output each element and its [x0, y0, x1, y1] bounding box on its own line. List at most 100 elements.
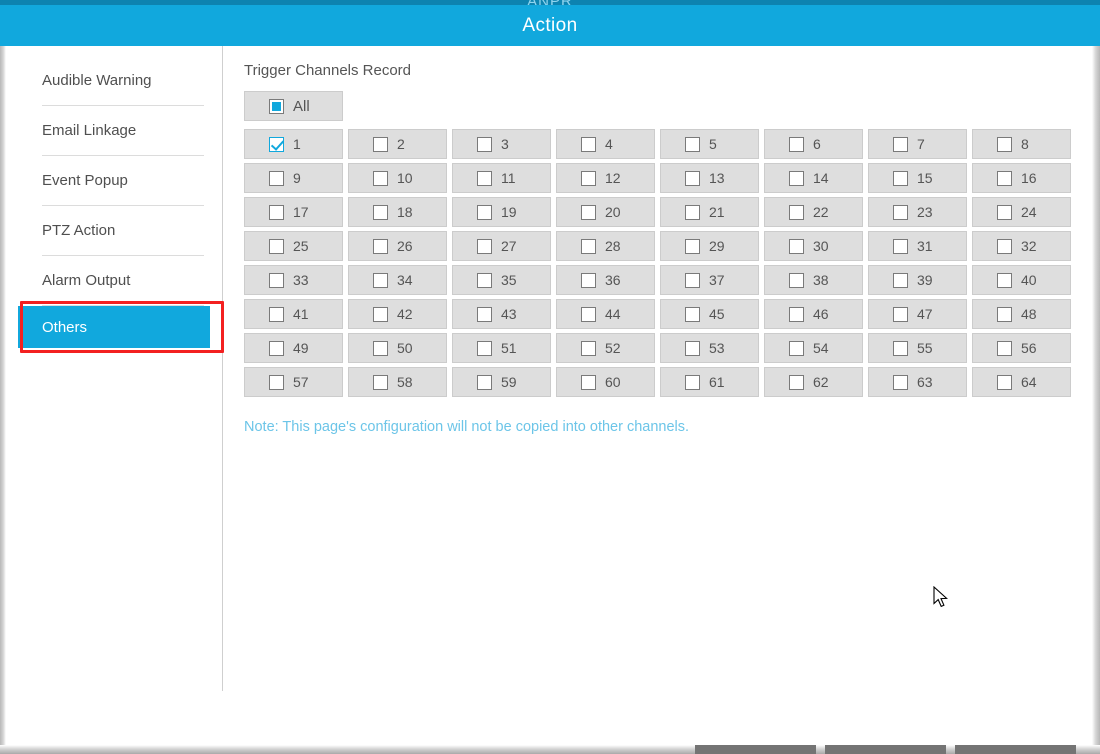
- channel-checkbox-cell[interactable]: 38: [764, 265, 863, 295]
- channel-checkbox-cell[interactable]: 51: [452, 333, 551, 363]
- channel-checkbox-cell[interactable]: 31: [868, 231, 967, 261]
- channel-label: 61: [709, 375, 725, 389]
- channel-checkbox-cell[interactable]: 9: [244, 163, 343, 193]
- channel-checkbox-cell[interactable]: 8: [972, 129, 1071, 159]
- checkbox-unchecked-icon: [997, 239, 1012, 254]
- channel-label: 33: [293, 273, 309, 287]
- channel-label: 39: [917, 273, 933, 287]
- channel-label: 7: [917, 137, 925, 151]
- cancel-button[interactable]: Cancel: [825, 745, 946, 754]
- channel-checkbox-cell[interactable]: 57: [244, 367, 343, 397]
- channel-label: 22: [813, 205, 829, 219]
- channel-checkbox-cell[interactable]: 21: [660, 197, 759, 227]
- checkbox-unchecked-icon: [581, 171, 596, 186]
- channel-checkbox-cell[interactable]: 24: [972, 197, 1071, 227]
- select-all-channels-checkbox[interactable]: All: [244, 91, 343, 121]
- channel-checkbox-cell[interactable]: 30: [764, 231, 863, 261]
- channel-label: 25: [293, 239, 309, 253]
- channel-checkbox-cell[interactable]: 45: [660, 299, 759, 329]
- channel-checkbox-cell[interactable]: 50: [348, 333, 447, 363]
- channel-checkbox-cell[interactable]: 37: [660, 265, 759, 295]
- channel-checkbox-cell[interactable]: 61: [660, 367, 759, 397]
- channel-label: 60: [605, 375, 621, 389]
- channel-checkbox-cell[interactable]: 19: [452, 197, 551, 227]
- channel-checkbox-cell[interactable]: 20: [556, 197, 655, 227]
- ok-button[interactable]: OK: [695, 745, 816, 754]
- channel-label: 62: [813, 375, 829, 389]
- channel-checkbox-cell[interactable]: 63: [868, 367, 967, 397]
- channel-label: 30: [813, 239, 829, 253]
- channel-label: 44: [605, 307, 621, 321]
- checkbox-unchecked-icon: [477, 239, 492, 254]
- channel-checkbox-cell[interactable]: 4: [556, 129, 655, 159]
- checkbox-unchecked-icon: [373, 205, 388, 220]
- channel-checkbox-cell[interactable]: 17: [244, 197, 343, 227]
- sidebar-item-email-linkage[interactable]: Email Linkage: [42, 106, 204, 156]
- sidebar-item-ptz-action[interactable]: PTZ Action: [42, 206, 204, 256]
- channel-checkbox-cell[interactable]: 49: [244, 333, 343, 363]
- channel-checkbox-cell[interactable]: 36: [556, 265, 655, 295]
- channel-checkbox-cell[interactable]: 22: [764, 197, 863, 227]
- channel-checkbox-cell[interactable]: 47: [868, 299, 967, 329]
- channel-checkbox-cell[interactable]: 33: [244, 265, 343, 295]
- checkbox-unchecked-icon: [269, 307, 284, 322]
- checkbox-unchecked-icon: [477, 171, 492, 186]
- channel-checkbox-cell[interactable]: 34: [348, 265, 447, 295]
- channel-checkbox-cell[interactable]: 6: [764, 129, 863, 159]
- channel-checkbox-cell[interactable]: 54: [764, 333, 863, 363]
- channel-checkbox-cell[interactable]: 41: [244, 299, 343, 329]
- channel-checkbox-cell[interactable]: 42: [348, 299, 447, 329]
- channel-checkbox-cell[interactable]: 56: [972, 333, 1071, 363]
- channel-checkbox-cell[interactable]: 64: [972, 367, 1071, 397]
- checkbox-unchecked-icon: [269, 171, 284, 186]
- channel-checkbox-cell[interactable]: 16: [972, 163, 1071, 193]
- channel-checkbox-cell[interactable]: 60: [556, 367, 655, 397]
- checkbox-unchecked-icon: [581, 341, 596, 356]
- channel-label: 17: [293, 205, 309, 219]
- channel-checkbox-cell[interactable]: 27: [452, 231, 551, 261]
- channel-checkbox-cell[interactable]: 7: [868, 129, 967, 159]
- apply-button[interactable]: Apply: [955, 745, 1076, 754]
- channel-checkbox-cell[interactable]: 35: [452, 265, 551, 295]
- checkbox-unchecked-icon: [581, 205, 596, 220]
- channel-checkbox-cell[interactable]: 53: [660, 333, 759, 363]
- channel-checkbox-cell[interactable]: 52: [556, 333, 655, 363]
- channel-checkbox-cell[interactable]: 15: [868, 163, 967, 193]
- channel-checkbox-cell[interactable]: 1: [244, 129, 343, 159]
- channel-checkbox-cell[interactable]: 3: [452, 129, 551, 159]
- channel-checkbox-cell[interactable]: 58: [348, 367, 447, 397]
- channel-checkbox-cell[interactable]: 26: [348, 231, 447, 261]
- channel-checkbox-cell[interactable]: 25: [244, 231, 343, 261]
- channel-checkbox-cell[interactable]: 5: [660, 129, 759, 159]
- checkbox-unchecked-icon: [893, 205, 908, 220]
- channel-checkbox-cell[interactable]: 14: [764, 163, 863, 193]
- channel-checkbox-cell[interactable]: 39: [868, 265, 967, 295]
- channel-label: 43: [501, 307, 517, 321]
- channel-checkbox-cell[interactable]: 55: [868, 333, 967, 363]
- channel-label: 57: [293, 375, 309, 389]
- channel-checkbox-cell[interactable]: 59: [452, 367, 551, 397]
- channel-checkbox-cell[interactable]: 44: [556, 299, 655, 329]
- channel-checkbox-cell[interactable]: 40: [972, 265, 1071, 295]
- channel-checkbox-cell[interactable]: 48: [972, 299, 1071, 329]
- channel-checkbox-cell[interactable]: 62: [764, 367, 863, 397]
- channel-checkbox-cell[interactable]: 12: [556, 163, 655, 193]
- channel-checkbox-cell[interactable]: 32: [972, 231, 1071, 261]
- sidebar-item-others[interactable]: Others: [18, 306, 210, 348]
- channel-checkbox-cell[interactable]: 46: [764, 299, 863, 329]
- channel-checkbox-cell[interactable]: 13: [660, 163, 759, 193]
- checkbox-unchecked-icon: [269, 205, 284, 220]
- checkbox-unchecked-icon: [789, 341, 804, 356]
- sidebar-item-event-popup[interactable]: Event Popup: [42, 156, 204, 206]
- channel-checkbox-cell[interactable]: 43: [452, 299, 551, 329]
- channel-checkbox-cell[interactable]: 23: [868, 197, 967, 227]
- channel-checkbox-cell[interactable]: 2: [348, 129, 447, 159]
- channel-checkbox-cell[interactable]: 29: [660, 231, 759, 261]
- channel-checkbox-cell[interactable]: 10: [348, 163, 447, 193]
- sidebar-item-alarm-output[interactable]: Alarm Output: [42, 256, 204, 306]
- checkbox-unchecked-icon: [893, 375, 908, 390]
- channel-checkbox-cell[interactable]: 28: [556, 231, 655, 261]
- channel-checkbox-cell[interactable]: 18: [348, 197, 447, 227]
- channel-checkbox-cell[interactable]: 11: [452, 163, 551, 193]
- sidebar-item-audible-warning[interactable]: Audible Warning: [42, 56, 204, 106]
